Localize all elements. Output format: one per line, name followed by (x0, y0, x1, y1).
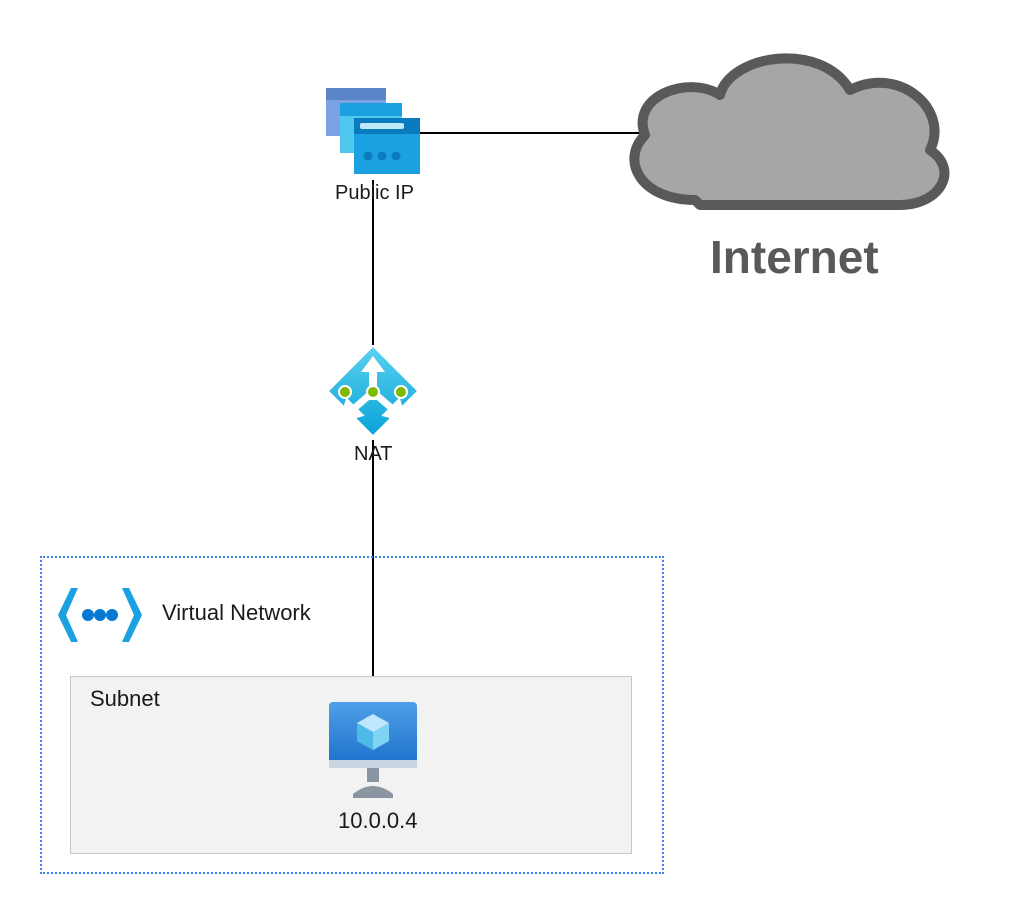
vnet-icon (58, 584, 142, 647)
internet-label: Internet (710, 230, 879, 284)
internet-cloud-icon (600, 40, 970, 240)
nat-label: NAT (354, 443, 393, 466)
subnet-label: Subnet (90, 686, 160, 712)
vm-ip-label: 10.0.0.4 (338, 808, 418, 834)
vnet-label: Virtual Network (162, 600, 311, 626)
vm-icon (323, 698, 423, 806)
public-ip-icon (326, 88, 422, 180)
nat-gateway-icon (322, 340, 424, 442)
public-ip-label: Public IP (335, 182, 414, 205)
